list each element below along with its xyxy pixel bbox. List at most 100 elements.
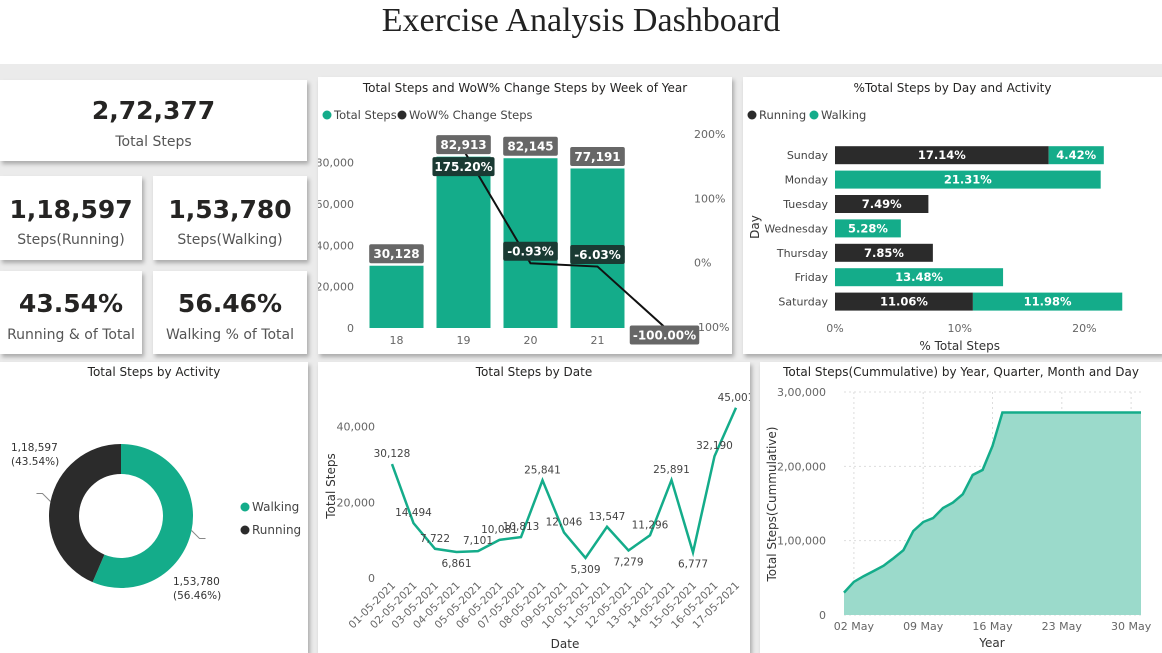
wow-value-label: -6.03% xyxy=(574,248,621,262)
walking-bar-label: 4.42% xyxy=(1056,148,1096,162)
walking-bar-label: 21.31% xyxy=(944,173,992,187)
running-bar-label: 17.14% xyxy=(918,148,966,162)
steps-by-date-chart: 0 20,000 40,000 30,128 14,494 7,722 6,861 7,101… xyxy=(324,392,750,651)
running-leader-line xyxy=(36,492,51,502)
point-value-label: 25,891 xyxy=(653,464,690,476)
y-tick-label: 0 xyxy=(368,572,375,585)
x-tick-label: 09 May xyxy=(903,620,944,633)
point-value-label: 7,101 xyxy=(463,535,493,547)
point-value-label: 14,494 xyxy=(395,507,432,519)
legend-total-steps-marker xyxy=(322,110,332,120)
walking-bar-label: 13.48% xyxy=(895,270,943,284)
y-tick-label: 3,00,000 xyxy=(777,386,826,399)
kpi-walking-pct-value: 56.46% xyxy=(177,289,283,318)
y2-tick-label: 100% xyxy=(694,192,725,205)
x-tick-label: 30 May xyxy=(1111,620,1152,633)
kpi-steps-running-value: 1,18,597 xyxy=(9,195,133,224)
point-value-label: 7,279 xyxy=(613,556,643,568)
x-axis-title: % Total Steps xyxy=(919,339,1000,353)
day-activity-chart: Running Walking Sunday 17.14% 4.42% Monday 21.… xyxy=(747,108,1123,353)
x-tick-label: 20% xyxy=(1072,322,1096,335)
point-value-label: 12,046 xyxy=(546,516,583,528)
day-label: Sunday xyxy=(787,149,829,162)
point-value-label: 6,777 xyxy=(678,558,708,570)
week-bar xyxy=(369,265,424,328)
wow-value-label: 175.20% xyxy=(434,160,492,174)
walking-slice-pct: (56.46%) xyxy=(173,590,221,602)
point-value-label: 32,190 xyxy=(696,440,733,452)
kpi-total-steps-value: 2,72,377 xyxy=(91,96,216,125)
page-title: Exercise Analysis Dashboard xyxy=(381,2,781,39)
running-bar-label: 7.85% xyxy=(864,246,904,260)
legend-wow-label: WoW% Change Steps xyxy=(409,108,533,122)
y-tick-label: 0 xyxy=(819,609,826,622)
weekly-steps-chart-card[interactable]: Total Steps and WoW% Change Steps by Wee… xyxy=(318,77,732,354)
kpi-steps-walking-card[interactable]: 1,53,780 Steps(Walking) xyxy=(153,176,307,260)
kpi-running-pct-card[interactable]: 43.54% Running & of Total xyxy=(0,271,142,354)
point-value-label: 5,309 xyxy=(570,564,600,576)
running-bar-label: 11.06% xyxy=(880,295,928,309)
y2-tick-label: 0% xyxy=(694,257,711,270)
kpi-walking-pct-card[interactable]: 56.46% Walking % of Total xyxy=(153,271,307,354)
x-tick-label: 19 xyxy=(457,334,471,347)
x-tick-label: 10% xyxy=(947,322,971,335)
point-value-label: 45,001 xyxy=(718,392,750,404)
y-tick-label: 40,000 xyxy=(318,239,354,252)
x-tick-label: 0% xyxy=(826,322,843,335)
y-tick-label: 2,00,000 xyxy=(777,460,826,473)
legend-running-marker xyxy=(240,525,250,535)
y-tick-label: 20,000 xyxy=(318,281,354,294)
steps-by-date-card[interactable]: Total Steps by Date 0 20,000 40,000 30,128 1… xyxy=(318,362,750,653)
legend-total-steps-label: Total Steps xyxy=(333,108,397,122)
running-slice-value: 1,18,597 xyxy=(11,442,58,454)
y-tick-label: 80,000 xyxy=(318,157,354,170)
y-tick-label: 0 xyxy=(347,322,354,335)
walking-bar-label: 11.98% xyxy=(1024,295,1072,309)
x-tick-label: 23 May xyxy=(1042,620,1083,633)
point-value-label: 13,547 xyxy=(589,511,626,523)
cumulative-steps-chart: 0 1,00,000 2,00,000 3,00,000 02 May 09 May 16 … xyxy=(765,386,1152,650)
x-axis-title: Year xyxy=(978,636,1004,650)
legend-walking-marker xyxy=(240,502,250,512)
x-tick-label: 18 xyxy=(390,334,404,347)
point-value-label: 10,813 xyxy=(503,521,540,533)
activity-donut-chart: 1,53,780 (56.46%) 1,18,597 (43.54%) Walking R… xyxy=(11,442,301,602)
kpi-total-steps-card[interactable]: 2,72,377 Total Steps xyxy=(0,80,307,161)
kpi-steps-running-card[interactable]: 1,18,597 Steps(Running) xyxy=(0,176,142,260)
y-tick-label: 60,000 xyxy=(318,198,354,211)
bar-value-label: 77,191 xyxy=(574,150,620,164)
bar-value-label: 30,128 xyxy=(373,247,419,261)
wow-line xyxy=(462,149,666,328)
wow-value-label: -100.00% xyxy=(633,328,696,342)
point-value-label: 6,861 xyxy=(441,558,471,570)
x-tick-label: 20 xyxy=(524,334,538,347)
x-axis-title: Date xyxy=(551,637,580,651)
y-axis-title: Total Steps xyxy=(324,453,338,519)
point-value-label: 11,296 xyxy=(632,519,669,531)
kpi-steps-walking-value: 1,53,780 xyxy=(168,195,292,224)
running-bar-label: 7.49% xyxy=(862,197,902,211)
y2-tick-label: -100% xyxy=(694,321,729,334)
kpi-running-pct-value: 43.54% xyxy=(18,289,124,318)
cumulative-steps-card[interactable]: Total Steps(Cummulative) by Year, Quarte… xyxy=(760,362,1162,653)
day-label: Thursday xyxy=(776,247,829,260)
day-label: Wednesday xyxy=(764,222,828,235)
bar-value-label: 82,913 xyxy=(440,138,486,152)
y-axis-title: Day xyxy=(748,215,762,239)
kpi-total-steps-label: Total Steps xyxy=(115,134,192,150)
activity-donut-card[interactable]: Total Steps by Activity 1,53,780 (56.46%)… xyxy=(0,362,308,653)
kpi-walking-pct-label: Walking % of Total xyxy=(165,327,295,343)
legend-running-label: Running xyxy=(759,108,806,122)
legend-running-marker xyxy=(747,110,757,120)
weekly-steps-chart: Total Steps WoW% Change Steps 0 20,000 40,00… xyxy=(318,108,729,347)
walking-leader-line xyxy=(191,530,206,540)
wow-value-label: -0.93% xyxy=(507,245,554,259)
x-tick-label: 02 May xyxy=(834,620,875,633)
y2-tick-label: 200% xyxy=(694,128,725,141)
x-tick-label: 16 May xyxy=(972,620,1013,633)
legend-walking-marker xyxy=(809,110,819,120)
day-activity-chart-card[interactable]: %Total Steps by Day and Activity Running… xyxy=(743,77,1162,354)
y-tick-label: 1,00,000 xyxy=(777,535,826,548)
point-value-label: 7,722 xyxy=(420,533,450,545)
day-label: Saturday xyxy=(778,296,828,309)
